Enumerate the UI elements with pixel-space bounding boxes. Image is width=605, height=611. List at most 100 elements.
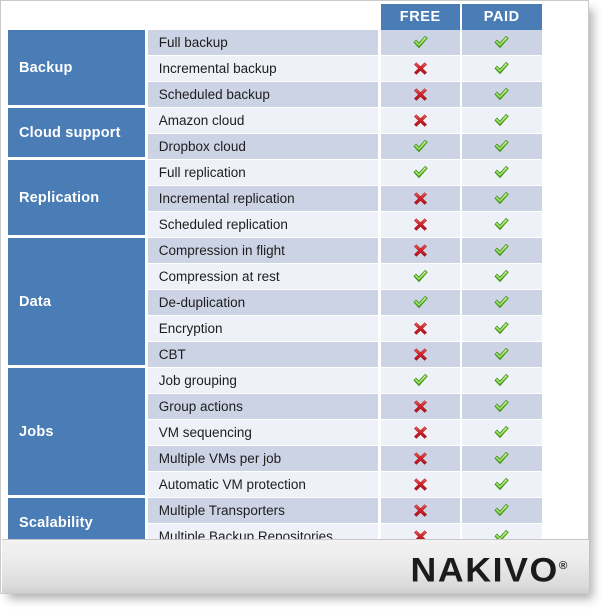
- content-card: FREE PAID Backup Full backup Incremental b…: [0, 0, 589, 594]
- availability-cell-paid: [461, 394, 542, 420]
- availability-cell-paid: [461, 186, 542, 212]
- cross-icon: [412, 320, 429, 337]
- availability-cell-free: [381, 30, 462, 56]
- availability-cell-free: [381, 446, 462, 472]
- cross-icon: [412, 242, 429, 259]
- cross-icon: [412, 476, 429, 493]
- check-icon: [412, 138, 429, 155]
- check-icon: [493, 294, 510, 311]
- availability-cell-free: [381, 82, 462, 108]
- table-row: Scalability Multiple Transporters: [8, 498, 542, 550]
- check-icon: [493, 164, 510, 181]
- availability-cell-paid: [461, 160, 542, 186]
- check-icon: [412, 372, 429, 389]
- feature-label: De-duplication: [147, 290, 382, 316]
- feature-label: Group actions: [147, 394, 382, 420]
- availability-cell-paid: [461, 30, 542, 56]
- category-cell-replication: Replication: [8, 160, 148, 238]
- check-icon: [493, 34, 510, 51]
- feature-label: Encryption: [147, 316, 382, 342]
- check-icon: [493, 450, 510, 467]
- cross-icon: [412, 216, 429, 233]
- category-cell-data: Data: [8, 238, 148, 368]
- check-icon: [493, 112, 510, 129]
- check-icon: [493, 476, 510, 493]
- check-icon: [493, 398, 510, 415]
- header-row: FREE PAID: [8, 4, 542, 30]
- cross-icon: [412, 502, 429, 519]
- availability-cell-free: [381, 160, 462, 186]
- cross-icon: [412, 60, 429, 77]
- check-icon: [493, 268, 510, 285]
- availability-cell-free: [381, 186, 462, 212]
- availability-cell-paid: [461, 238, 542, 264]
- column-header-paid: PAID: [461, 4, 542, 30]
- check-icon: [493, 216, 510, 233]
- feature-label: Scheduled backup: [147, 82, 382, 108]
- availability-cell-paid: [461, 212, 542, 238]
- cross-icon: [412, 424, 429, 441]
- availability-cell-free: [381, 56, 462, 82]
- check-icon: [493, 190, 510, 207]
- cross-icon: [412, 112, 429, 129]
- check-icon: [412, 34, 429, 51]
- feature-label: Amazon cloud: [147, 108, 382, 134]
- feature-label: Incremental replication: [147, 186, 382, 212]
- table-body: Backup Full backup Incremental backup Sched…: [8, 30, 542, 550]
- feature-comparison-table: FREE PAID Backup Full backup Incremental b…: [8, 4, 542, 550]
- feature-label: Compression in flight: [147, 238, 382, 264]
- check-icon: [493, 320, 510, 337]
- availability-cell-paid: [461, 316, 542, 342]
- availability-cell-free: [381, 420, 462, 446]
- availability-cell-free: [381, 342, 462, 368]
- check-icon: [493, 372, 510, 389]
- check-icon: [493, 138, 510, 155]
- availability-cell-paid: [461, 472, 542, 498]
- feature-label: Full backup: [147, 30, 382, 56]
- check-icon: [493, 424, 510, 441]
- availability-cell-free: [381, 394, 462, 420]
- cross-icon: [412, 398, 429, 415]
- availability-cell-free: [381, 134, 462, 160]
- logo-wordmark: NAKIVO: [410, 551, 559, 590]
- header-spacer-category: [8, 4, 148, 30]
- availability-cell-paid: [461, 342, 542, 368]
- check-icon: [493, 86, 510, 103]
- feature-label: Compression at rest: [147, 264, 382, 290]
- table-row: Replication Full replication: [8, 160, 542, 238]
- feature-label: Job grouping: [147, 368, 382, 394]
- cross-icon: [412, 190, 429, 207]
- feature-label: Full replication: [147, 160, 382, 186]
- table-row: Data Compression in flight: [8, 238, 542, 368]
- cross-icon: [412, 450, 429, 467]
- availability-cell-free: [381, 472, 462, 498]
- table-row: Backup Full backup: [8, 30, 542, 108]
- table-row: Jobs Job grouping: [8, 368, 542, 498]
- availability-cell-free: [381, 316, 462, 342]
- availability-cell-free: [381, 290, 462, 316]
- check-icon: [493, 242, 510, 259]
- check-icon: [493, 60, 510, 77]
- availability-cell-paid: [461, 498, 542, 524]
- feature-label: Incremental backup: [147, 56, 382, 82]
- footer-bar: NAKIVO®: [2, 539, 589, 593]
- availability-cell-paid: [461, 82, 542, 108]
- availability-cell-paid: [461, 108, 542, 134]
- availability-cell-free: [381, 264, 462, 290]
- availability-cell-paid: [461, 134, 542, 160]
- availability-cell-free: [381, 238, 462, 264]
- feature-label: VM sequencing: [147, 420, 382, 446]
- availability-cell-paid: [461, 56, 542, 82]
- feature-label: Automatic VM protection: [147, 472, 382, 498]
- availability-cell-free: [381, 108, 462, 134]
- category-cell-cloud-support: Cloud support: [8, 108, 148, 160]
- category-cell-jobs: Jobs: [8, 368, 148, 498]
- registered-trademark-icon: ®: [558, 560, 567, 572]
- availability-cell-free: [381, 498, 462, 524]
- check-icon: [493, 502, 510, 519]
- availability-cell-paid: [461, 290, 542, 316]
- check-icon: [412, 268, 429, 285]
- feature-label: Scheduled replication: [147, 212, 382, 238]
- check-icon: [493, 346, 510, 363]
- availability-cell-paid: [461, 420, 542, 446]
